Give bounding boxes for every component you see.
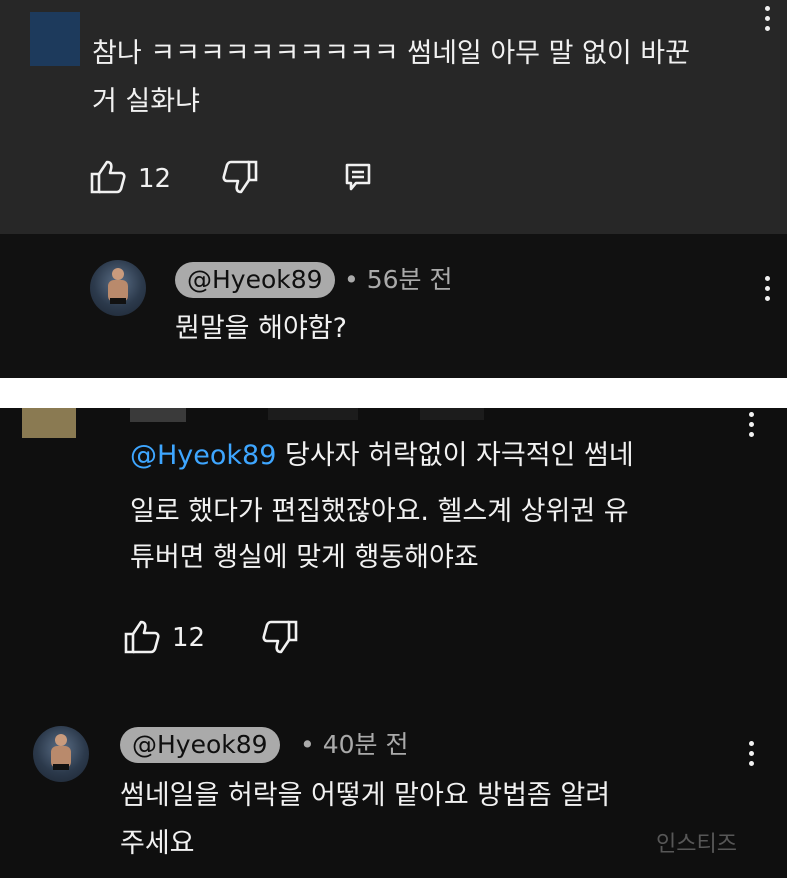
like-icon[interactable] [90, 160, 126, 194]
comment-text-line-3: 튜버면 행실에 맞게 행동해야죠 [130, 542, 479, 573]
reply-icon[interactable] [344, 162, 372, 192]
like-count: 12 [138, 164, 172, 194]
comment-text-line-2: 거 실화냐 [92, 86, 200, 117]
like-icon[interactable] [124, 620, 160, 654]
timestamp: • 40분 전 [300, 730, 409, 759]
more-options-icon[interactable] [746, 412, 756, 442]
reply-text-line-1: 썸네일을 허락을 어떻게 맡아요 방법좀 알려 [120, 780, 611, 811]
dislike-icon[interactable] [222, 160, 258, 194]
dislike-icon[interactable] [262, 620, 298, 654]
avatar[interactable] [22, 408, 76, 438]
comment-card-1: 참나 ㅋㅋㅋㅋㅋㅋㅋㅋㅋㅋ 썸네일 아무 말 없이 바꾼 거 실화냐 12 [0, 0, 787, 234]
avatar[interactable] [90, 260, 146, 316]
cropped-header-block [268, 408, 358, 420]
like-count: 12 [172, 623, 206, 653]
image-separator [0, 378, 787, 408]
comment-text-line-2: 일로 했다가 편집했잖아요. 헬스계 상위권 유 [130, 496, 629, 527]
cropped-header-block [130, 408, 186, 422]
watermark: 인스티즈 [656, 832, 737, 857]
reply-card-1: @Hyeok89 • 56분 전 뭔말을 해야함? [0, 234, 787, 378]
reply-text-line-2: 주세요 [120, 828, 195, 859]
comment-text-line-1: 참나 ㅋㅋㅋㅋㅋㅋㅋㅋㅋㅋ 썸네일 아무 말 없이 바꾼 [92, 38, 690, 69]
author-handle[interactable]: @Hyeok89 [175, 262, 335, 298]
cropped-header-block [420, 408, 484, 420]
mention-link[interactable]: @Hyeok89 [130, 440, 276, 471]
more-options-icon[interactable] [746, 741, 756, 771]
avatar[interactable] [30, 12, 80, 66]
timestamp: • 56분 전 [344, 265, 453, 294]
comment-text-line-1: @Hyeok89 당사자 허락없이 자극적인 썸네 [130, 440, 634, 471]
comment-card-2: @Hyeok89 당사자 허락없이 자극적인 썸네 일로 했다가 편집했잖아요.… [0, 408, 787, 878]
author-handle[interactable]: @Hyeok89 [120, 727, 280, 763]
reply-text: 뭔말을 해야함? [175, 313, 347, 344]
avatar[interactable] [33, 726, 89, 782]
more-options-icon[interactable] [762, 276, 772, 306]
more-options-icon[interactable] [762, 6, 772, 36]
